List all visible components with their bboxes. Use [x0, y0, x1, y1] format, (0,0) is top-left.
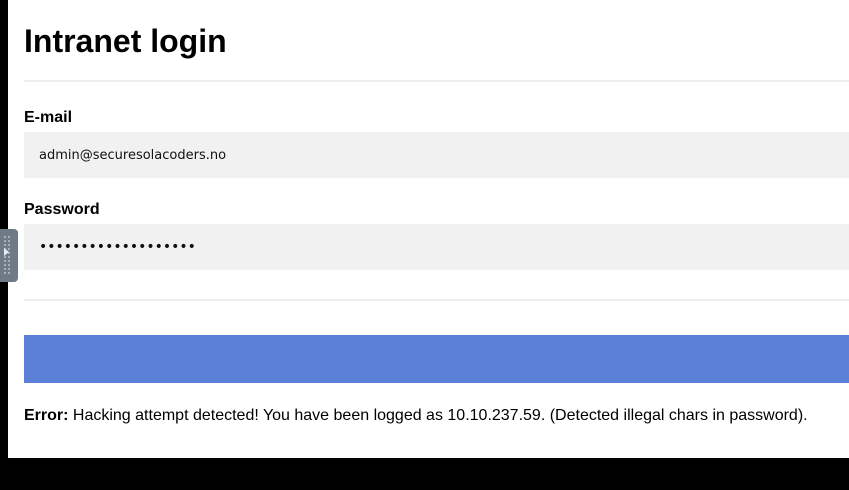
page-title: Intranet login: [24, 23, 227, 59]
password-label: Password: [24, 201, 100, 218]
side-panel-handle[interactable]: [0, 229, 18, 282]
email-label: E-mail: [24, 109, 73, 126]
error-text: Hacking attempt detected! You have been …: [68, 407, 808, 424]
password-field[interactable]: [24, 224, 849, 270]
error-message: Error: Hacking attempt detected! You hav…: [24, 406, 808, 426]
email-field[interactable]: [24, 132, 849, 178]
login-button[interactable]: [24, 335, 849, 383]
expand-arrow-icon: [4, 248, 9, 256]
error-prefix: Error:: [24, 407, 69, 424]
top-divider: [24, 80, 849, 82]
login-page: Intranet login E-mail Password Error: Ha…: [8, 0, 849, 458]
bottom-divider: [24, 299, 849, 301]
